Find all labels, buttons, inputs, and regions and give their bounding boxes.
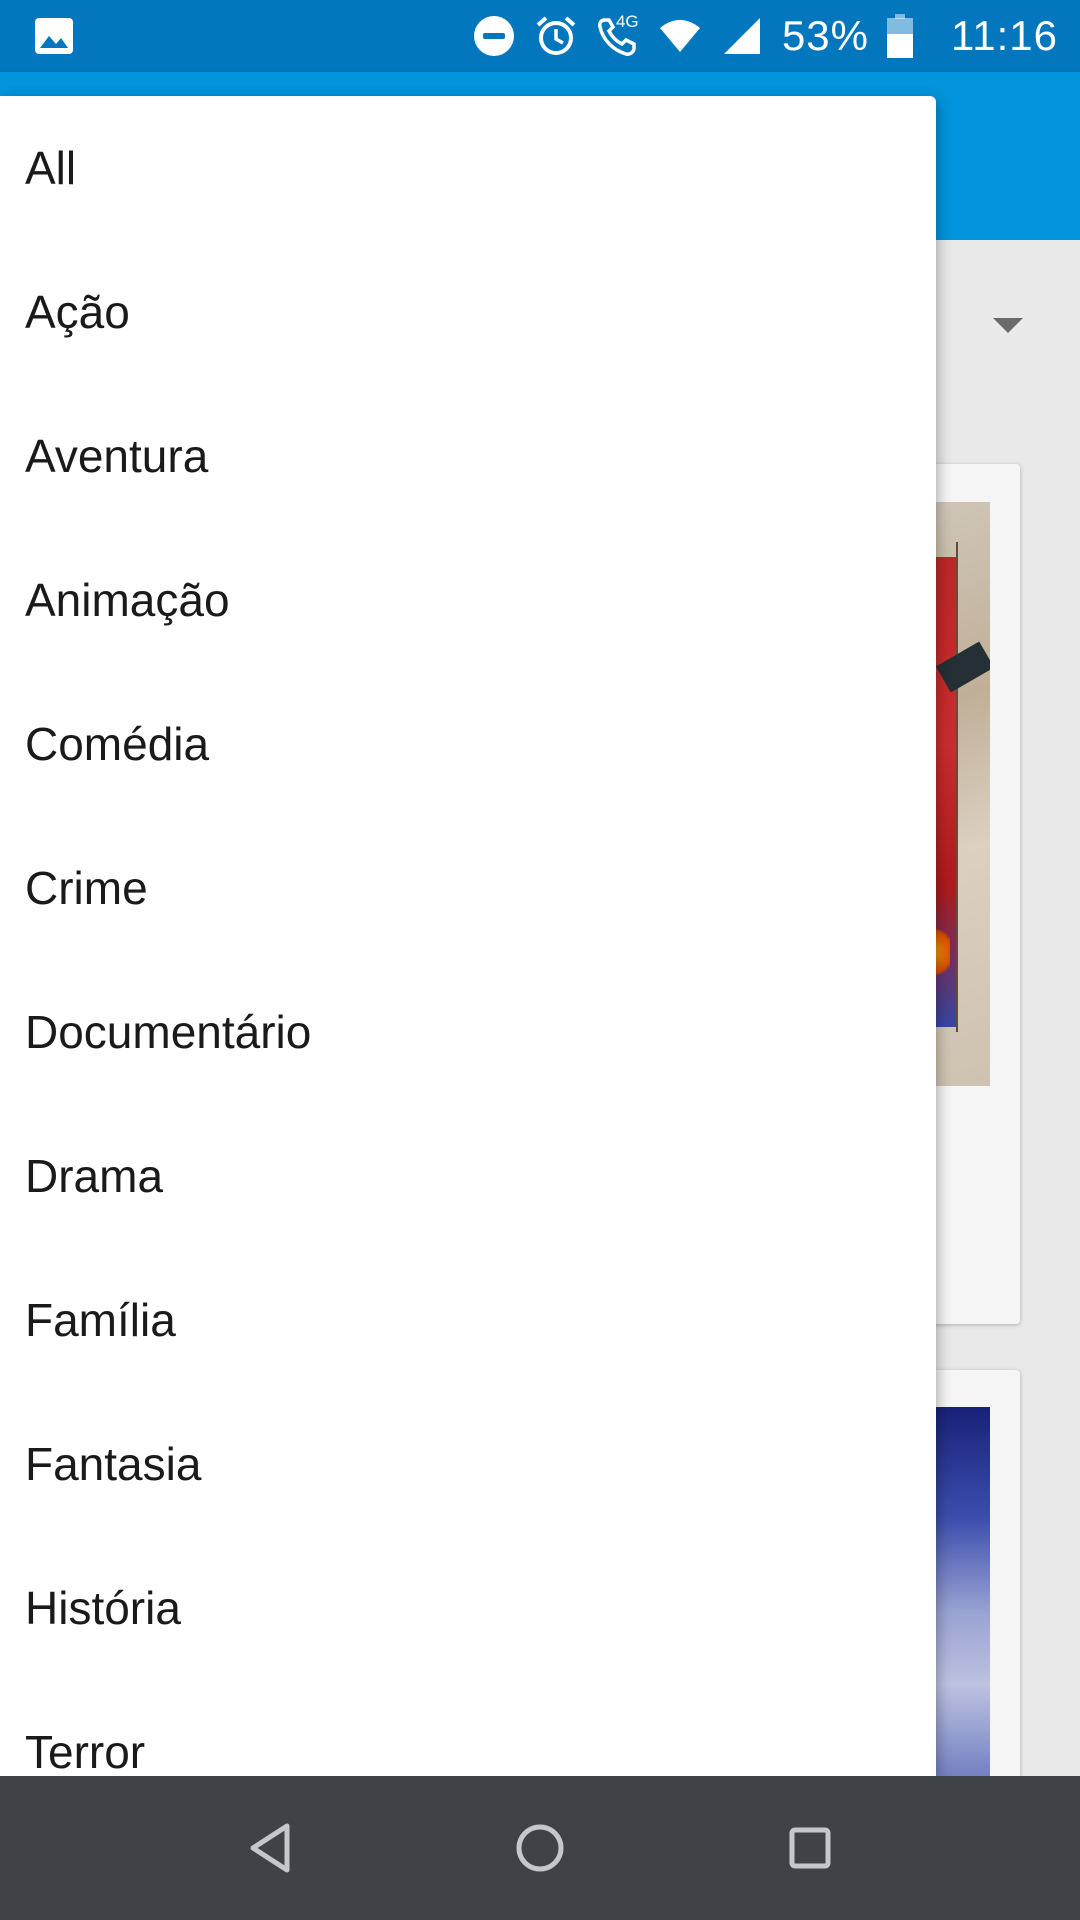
back-button[interactable] xyxy=(210,1776,330,1920)
clock: 11:16 xyxy=(951,12,1058,59)
battery-percentage: 53% xyxy=(781,12,869,59)
genre-option-historia[interactable]: História xyxy=(0,1536,936,1680)
home-icon xyxy=(516,1824,564,1872)
battery-icon xyxy=(887,14,913,58)
genre-option-documentario[interactable]: Documentário xyxy=(0,960,936,1104)
image-icon xyxy=(35,18,73,54)
recents-icon xyxy=(789,1827,831,1869)
genre-option-aventura[interactable]: Aventura xyxy=(0,384,936,528)
genre-option-terror[interactable]: Terror xyxy=(0,1680,936,1776)
genre-option-animacao[interactable]: Animação xyxy=(0,528,936,672)
do-not-disturb-icon xyxy=(473,16,514,56)
genre-option-all[interactable]: All xyxy=(0,96,936,240)
navigation-bar xyxy=(0,1776,1080,1920)
genre-option-comedia[interactable]: Comédia xyxy=(0,672,936,816)
signal-icon xyxy=(723,18,760,54)
genre-option-acao[interactable]: Ação xyxy=(0,240,936,384)
recents-button[interactable] xyxy=(750,1776,870,1920)
genre-option-familia[interactable]: Família xyxy=(0,1248,936,1392)
wifi-call-icon: 4G xyxy=(596,12,640,58)
alarm-icon xyxy=(536,16,576,55)
genre-option-crime[interactable]: Crime xyxy=(0,816,936,960)
back-icon xyxy=(250,1823,290,1873)
home-button[interactable] xyxy=(480,1776,600,1920)
genre-option-fantasia[interactable]: Fantasia xyxy=(0,1392,936,1536)
wifi-icon xyxy=(659,20,700,52)
status-bar: 4G 53% 11:16 xyxy=(0,0,1080,72)
genre-option-drama[interactable]: Drama xyxy=(0,1104,936,1248)
genre-dropdown-menu: All Ação Aventura Animação Comédia Crime… xyxy=(0,96,936,1776)
network-type-label: 4G xyxy=(615,12,639,31)
